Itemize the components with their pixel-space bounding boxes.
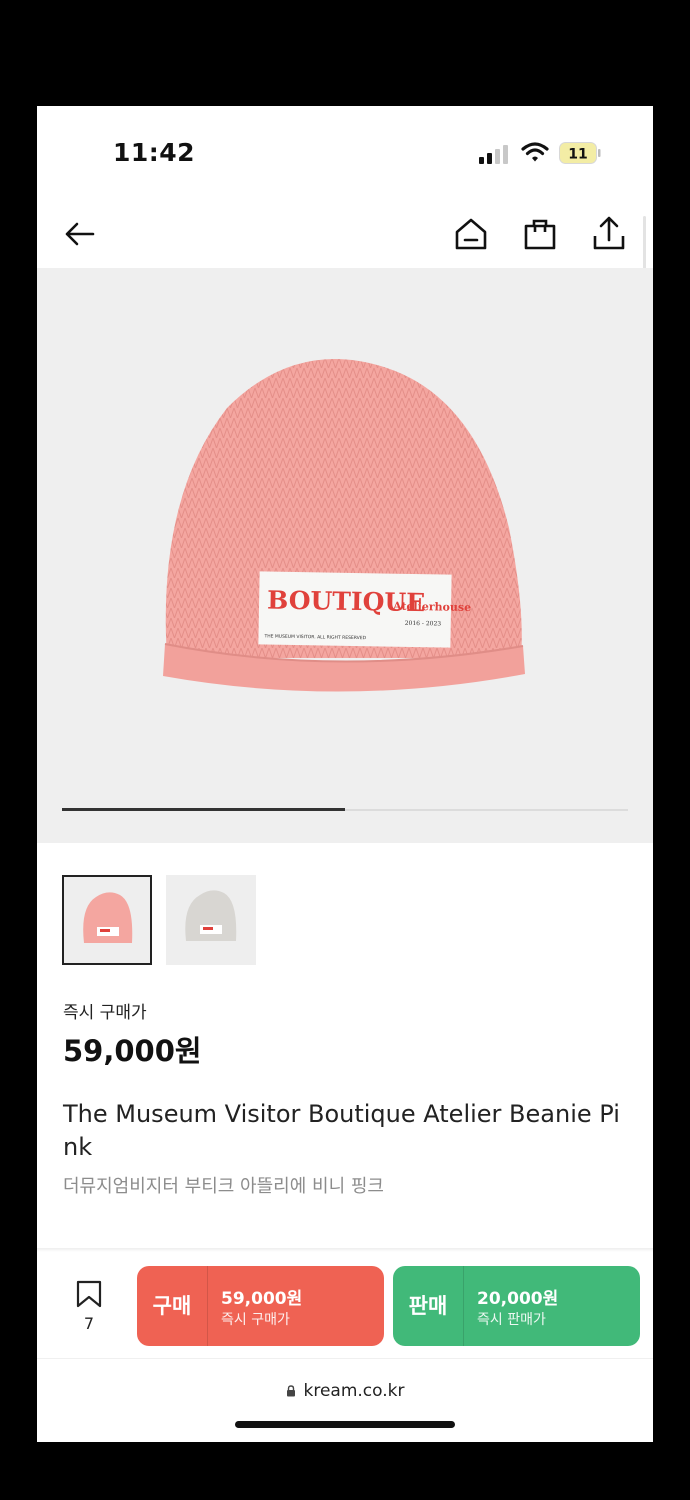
thumbnail-pink[interactable] <box>62 875 152 965</box>
divider <box>463 1266 464 1346</box>
arrow-left-icon[interactable] <box>61 214 101 254</box>
sell-label: 판매 <box>408 1294 448 1318</box>
thumbnail-white[interactable] <box>166 875 256 965</box>
battery-level: 11 <box>568 147 587 163</box>
carousel-indicator-progress <box>62 808 345 811</box>
share-icon[interactable] <box>589 214 629 254</box>
sell-price: 20,000원 <box>477 1289 559 1309</box>
battery-icon: 11 <box>559 142 601 164</box>
price-value: 59,000원 <box>63 1034 202 1068</box>
divider <box>37 1248 653 1252</box>
cellular-signal-icon <box>479 145 508 164</box>
url-field[interactable]: kream.co.kr <box>37 1381 653 1401</box>
product-image: BOUTIQUE Atelierhouse 2016 - 2023 THE MU… <box>163 359 525 692</box>
status-time: 11:42 <box>113 138 196 167</box>
patch-sub-text: Atelierhouse <box>392 600 471 614</box>
home-indicator[interactable] <box>235 1421 455 1428</box>
sell-button[interactable]: 판매 20,000원 즉시 판매가 <box>393 1266 640 1346</box>
bookmark-count: 7 <box>83 1314 95 1333</box>
patch-years-text: 2016 - 2023 <box>405 620 442 628</box>
product-title: The Museum Visitor Boutique Atelier Bean… <box>63 1100 620 1161</box>
thumbnail-image <box>83 892 133 943</box>
browser-bar: kream.co.kr <box>37 1358 653 1442</box>
buy-button[interactable]: 구매 59,000원 즉시 구매가 <box>137 1266 384 1346</box>
phone-screen: 11:42 11 BOUTIQUE Atelierhouse 2016 - 20… <box>37 106 653 1442</box>
status-bar: 11:42 11 <box>37 106 653 198</box>
bookmark-icon <box>76 1280 102 1308</box>
lock-icon <box>286 1385 295 1397</box>
buy-price: 59,000원 <box>221 1289 303 1309</box>
product-image-carousel[interactable]: BOUTIQUE Atelierhouse 2016 - 2023 THE MU… <box>37 268 653 843</box>
carousel-indicator <box>62 808 628 811</box>
buy-label: 구매 <box>152 1294 192 1318</box>
url-text: kream.co.kr <box>303 1381 405 1401</box>
price-label: 즉시 구매가 <box>63 1003 147 1023</box>
shopping-bag-icon[interactable] <box>520 214 560 254</box>
sell-sub-label: 즉시 판매가 <box>477 1312 546 1328</box>
divider <box>207 1266 208 1346</box>
wifi-icon <box>521 142 549 162</box>
home-icon[interactable] <box>451 214 491 254</box>
top-nav <box>37 206 653 266</box>
thumbnail-image <box>185 890 237 941</box>
bookmark-button[interactable]: 7 <box>67 1280 111 1340</box>
product-subtitle: 더뮤지엄비지터 부티크 아뜰리에 비니 핑크 <box>63 1176 384 1197</box>
buy-sub-label: 즉시 구매가 <box>221 1312 290 1328</box>
